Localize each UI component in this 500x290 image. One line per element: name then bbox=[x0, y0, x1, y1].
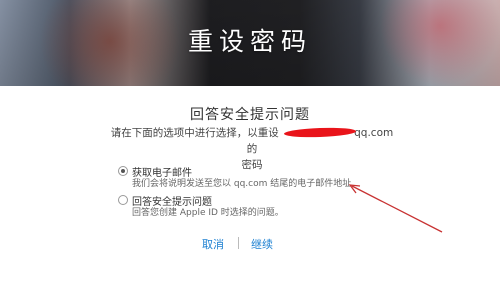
action-bar: 取消 继续 bbox=[0, 236, 500, 252]
email-domain: qq.com bbox=[354, 127, 394, 139]
instructions-line2: 密码 bbox=[241, 159, 263, 171]
option-description: 我们会将说明发送至您以 qq.com 结尾的电子邮件地址 bbox=[132, 179, 352, 189]
header-banner: 重设密码 bbox=[0, 0, 500, 86]
instructions-suffix: 的 bbox=[246, 143, 258, 155]
cancel-button[interactable]: 取消 bbox=[202, 236, 224, 252]
radio-get-email[interactable] bbox=[118, 166, 128, 176]
radio-security-questions[interactable] bbox=[118, 195, 128, 205]
option-description: 回答您创建 Apple ID 时选择的问题。 bbox=[132, 208, 284, 218]
instructions-prefix: 请在下面的选项中进行选择，以重设 bbox=[110, 127, 279, 139]
page-title: 重设密码 bbox=[187, 27, 312, 56]
continue-button[interactable]: 继续 bbox=[251, 236, 273, 252]
action-divider bbox=[238, 237, 239, 249]
redacted-email-mark bbox=[283, 126, 357, 139]
section-title: 回答安全提示问题 bbox=[190, 107, 310, 123]
